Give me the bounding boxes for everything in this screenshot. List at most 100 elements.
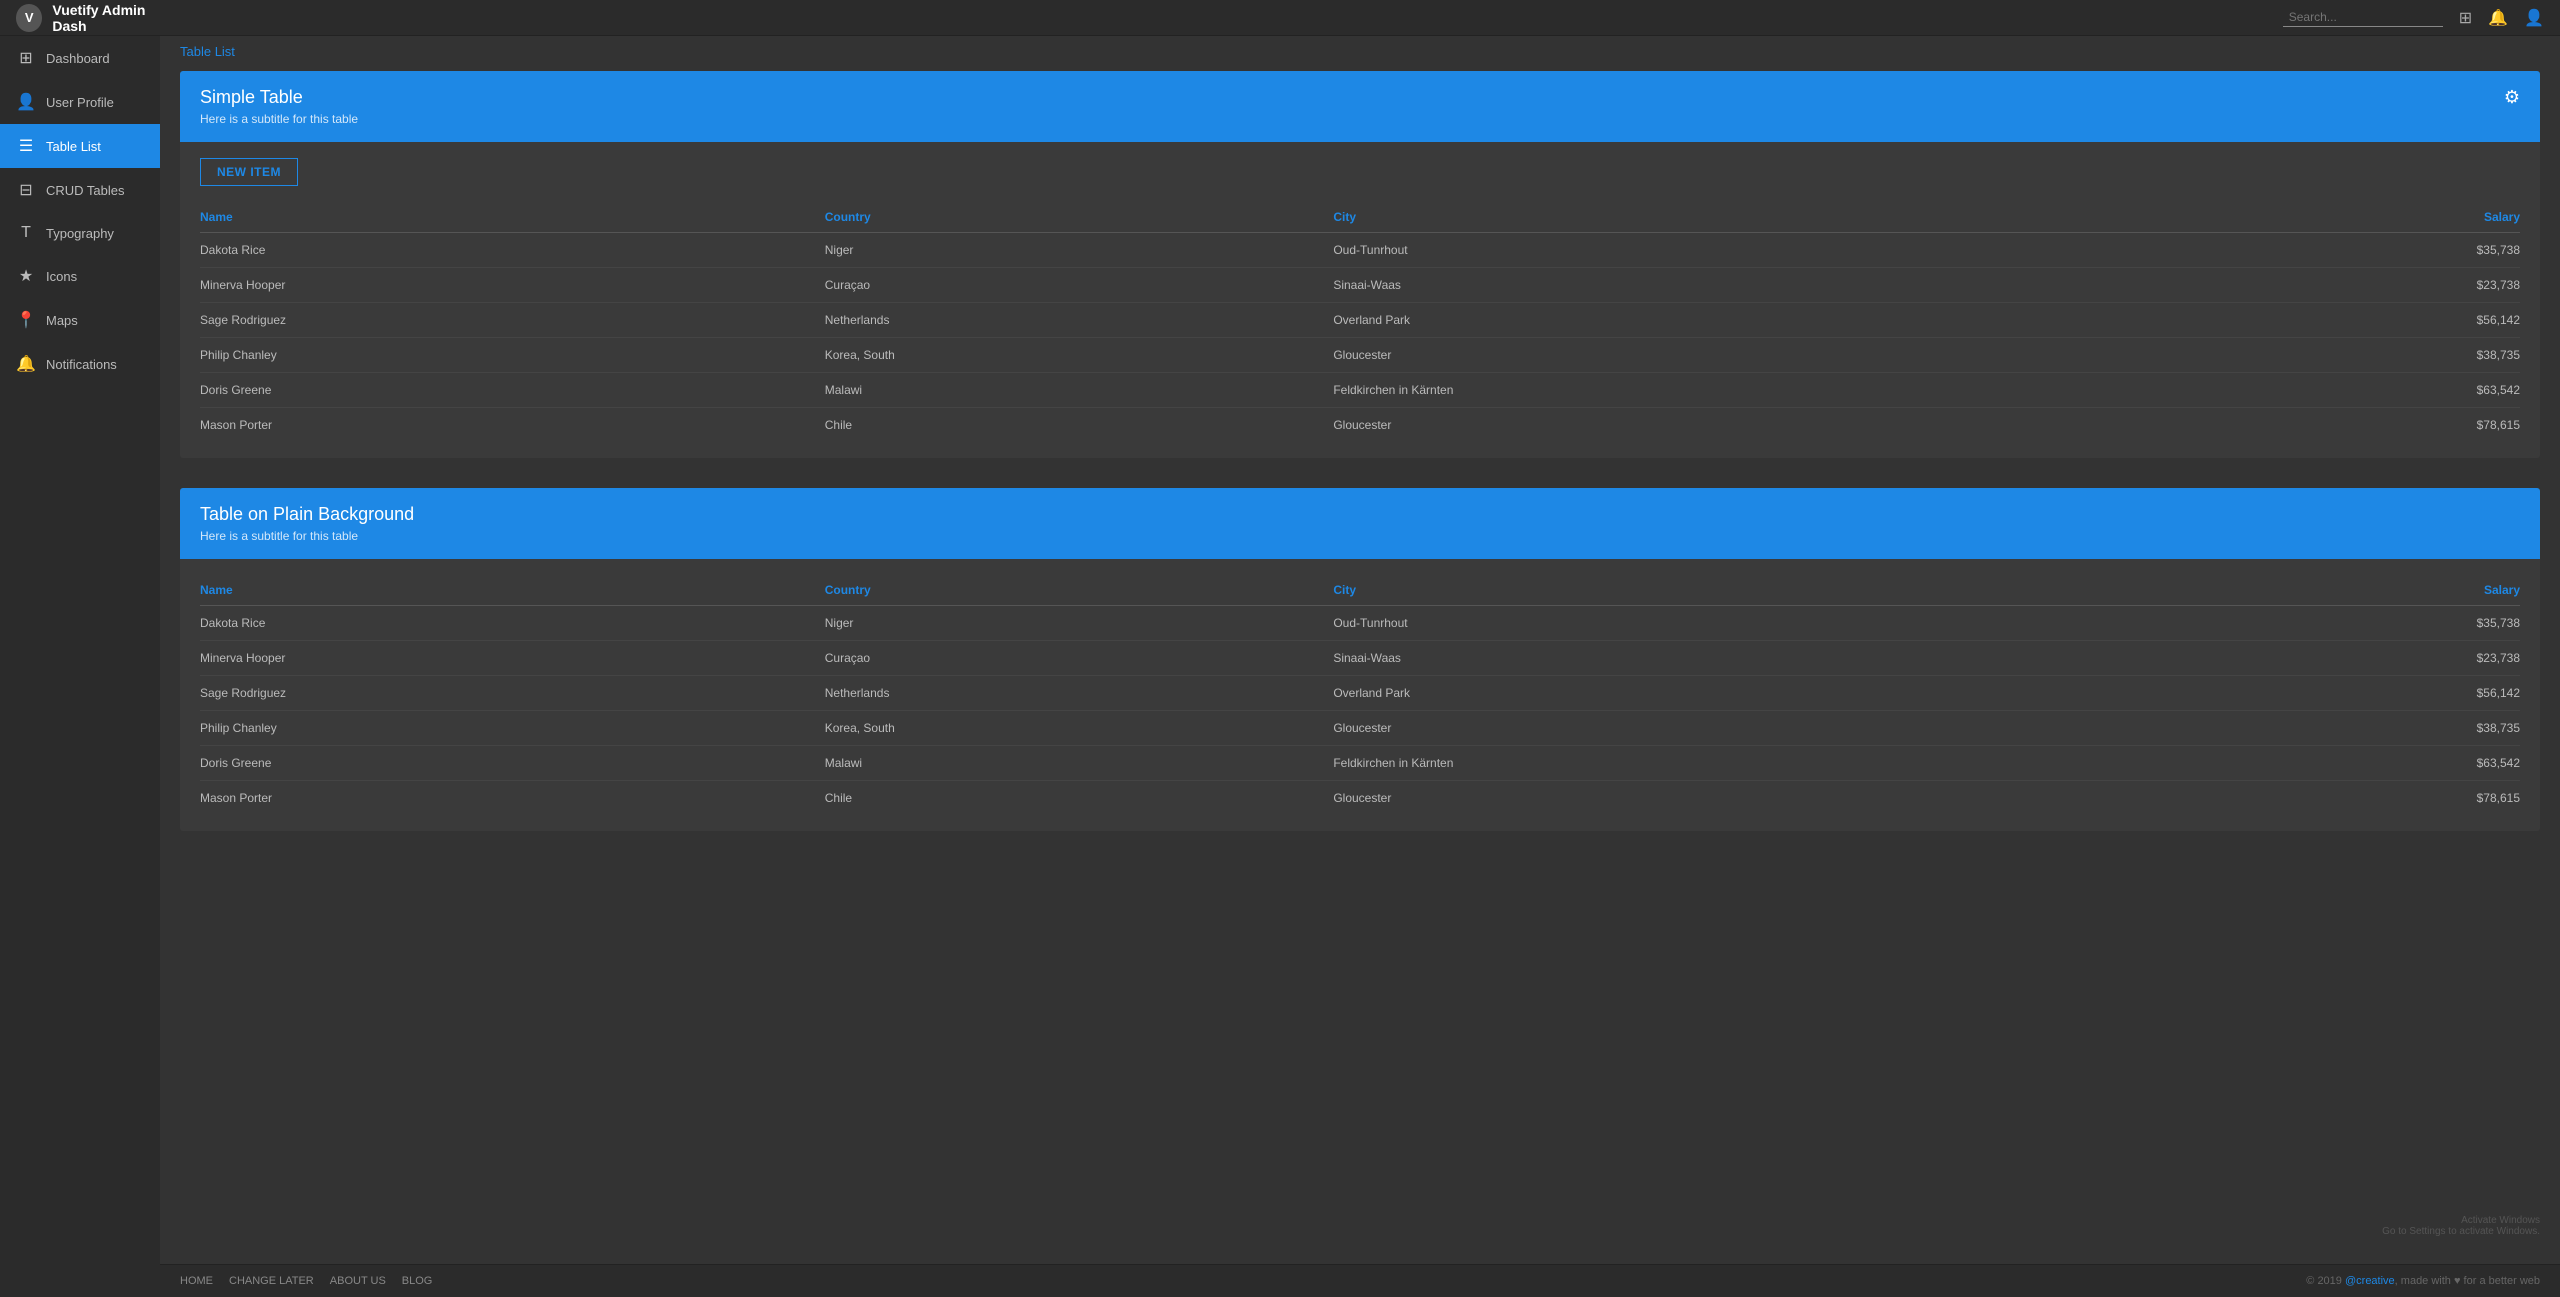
cell-name: Sage Rodriguez bbox=[200, 303, 825, 338]
cell-country: Malawi bbox=[825, 373, 1334, 408]
search-input[interactable] bbox=[2283, 8, 2443, 27]
cell-city: Gloucester bbox=[1333, 781, 2205, 816]
grid-icon[interactable]: ⊞ bbox=[2459, 8, 2472, 28]
cell-salary: $38,735 bbox=[2205, 338, 2520, 373]
sidebar-label-table-list: Table List bbox=[46, 139, 101, 154]
cell-city: Overland Park bbox=[1333, 676, 2205, 711]
footer-link[interactable]: CHANGE LATER bbox=[229, 1275, 314, 1287]
cell-name: Minerva Hooper bbox=[200, 641, 825, 676]
cell-city: Oud-Tunrhout bbox=[1333, 606, 2205, 641]
table-row: Minerva HooperCuraçaoSinaai-Waas$23,738 bbox=[200, 268, 2520, 303]
footer-link[interactable]: ABOUT US bbox=[330, 1275, 386, 1287]
cell-country: Curaçao bbox=[825, 641, 1334, 676]
footer: HOME CHANGE LATER ABOUT US BLOG © 2019 @cre… bbox=[160, 1264, 2560, 1297]
table-row: Mason PorterChileGloucester$78,615 bbox=[200, 408, 2520, 443]
col-header-country: Country bbox=[825, 202, 1334, 233]
typography-icon: T bbox=[16, 224, 36, 242]
footer-link[interactable]: HOME bbox=[180, 1275, 213, 1287]
sidebar-label-user-profile: User Profile bbox=[46, 95, 114, 110]
bell-icon[interactable]: 🔔 bbox=[2488, 8, 2508, 28]
table-row: Philip ChanleyKorea, SouthGloucester$38,… bbox=[200, 711, 2520, 746]
cell-salary: $78,615 bbox=[2205, 408, 2520, 443]
table-row: Minerva HooperCuraçaoSinaai-Waas$23,738 bbox=[200, 641, 2520, 676]
sidebar-label-crud-tables: CRUD Tables bbox=[46, 183, 125, 198]
table-row: Dakota RiceNigerOud-Tunrhout$35,738 bbox=[200, 233, 2520, 268]
cell-salary: $63,542 bbox=[2205, 746, 2520, 781]
cell-salary: $56,142 bbox=[2205, 676, 2520, 711]
new-item-button[interactable]: NEW ITEM bbox=[200, 158, 298, 186]
cell-city: Feldkirchen in Kärnten bbox=[1333, 373, 2205, 408]
cell-name: Dakota Rice bbox=[200, 233, 825, 268]
table-row: Doris GreeneMalawiFeldkirchen in Kärnten… bbox=[200, 746, 2520, 781]
cell-salary: $63,542 bbox=[2205, 373, 2520, 408]
icons-icon: ★ bbox=[16, 266, 36, 286]
content-area: Simple TableHere is a subtitle for this … bbox=[160, 59, 2560, 1264]
cell-salary: $35,738 bbox=[2205, 233, 2520, 268]
cell-country: Korea, South bbox=[825, 338, 1334, 373]
notifications-icon: 🔔 bbox=[16, 354, 36, 374]
cell-country: Chile bbox=[825, 781, 1334, 816]
cell-city: Oud-Tunrhout bbox=[1333, 233, 2205, 268]
sidebar-item-table-list[interactable]: ☰ Table List bbox=[0, 124, 160, 168]
footer-copyright: © 2019 @creative, made with ♥ for a bett… bbox=[2306, 1275, 2540, 1287]
main-content: Table List Simple TableHere is a subtitl… bbox=[160, 36, 2560, 1297]
table-row: Doris GreeneMalawiFeldkirchen in Kärnten… bbox=[200, 373, 2520, 408]
cell-city: Gloucester bbox=[1333, 711, 2205, 746]
topbar: V Vuetify Admin Dash ⊞ 🔔 👤 bbox=[0, 0, 2560, 36]
table-row: Dakota RiceNigerOud-Tunrhout$35,738 bbox=[200, 606, 2520, 641]
gear-icon[interactable]: ⚙ bbox=[2504, 87, 2520, 108]
brand-name: Vuetify Admin Dash bbox=[52, 2, 176, 34]
card-header-plain-table: Table on Plain BackgroundHere is a subti… bbox=[180, 488, 2540, 559]
cell-name: Minerva Hooper bbox=[200, 268, 825, 303]
cell-salary: $23,738 bbox=[2205, 641, 2520, 676]
col-header-name: Name bbox=[200, 575, 825, 606]
cell-city: Feldkirchen in Kärnten bbox=[1333, 746, 2205, 781]
col-header-city: City bbox=[1333, 575, 2205, 606]
sidebar-label-typography: Typography bbox=[46, 226, 114, 241]
layout: ⊞ Dashboard 👤 User Profile ☰ Table List … bbox=[0, 36, 2560, 1297]
footer-link[interactable]: BLOG bbox=[402, 1275, 433, 1287]
table-list-icon: ☰ bbox=[16, 136, 36, 156]
cell-name: Dakota Rice bbox=[200, 606, 825, 641]
cell-city: Sinaai-Waas bbox=[1333, 641, 2205, 676]
table-row: Sage RodriguezNetherlandsOverland Park$5… bbox=[200, 303, 2520, 338]
footer-links: HOME CHANGE LATER ABOUT US BLOG bbox=[180, 1275, 432, 1287]
maps-icon: 📍 bbox=[16, 310, 36, 330]
user-icon[interactable]: 👤 bbox=[2524, 8, 2544, 28]
card-title-simple-table: Simple Table bbox=[200, 87, 358, 108]
sidebar-label-notifications: Notifications bbox=[46, 357, 117, 372]
cell-name: Philip Chanley bbox=[200, 711, 825, 746]
brand: V Vuetify Admin Dash bbox=[16, 2, 176, 34]
cell-city: Overland Park bbox=[1333, 303, 2205, 338]
sidebar-item-icons[interactable]: ★ Icons bbox=[0, 254, 160, 298]
sidebar: ⊞ Dashboard 👤 User Profile ☰ Table List … bbox=[0, 36, 160, 1297]
sidebar-item-maps[interactable]: 📍 Maps bbox=[0, 298, 160, 342]
sidebar-item-notifications[interactable]: 🔔 Notifications bbox=[0, 342, 160, 386]
sidebar-item-dashboard[interactable]: ⊞ Dashboard bbox=[0, 36, 160, 80]
brand-avatar: V bbox=[16, 4, 42, 32]
cell-salary: $78,615 bbox=[2205, 781, 2520, 816]
card-simple-table: Simple TableHere is a subtitle for this … bbox=[180, 71, 2540, 458]
cell-country: Malawi bbox=[825, 746, 1334, 781]
cell-country: Niger bbox=[825, 233, 1334, 268]
cell-salary: $35,738 bbox=[2205, 606, 2520, 641]
sidebar-item-user-profile[interactable]: 👤 User Profile bbox=[0, 80, 160, 124]
breadcrumb: Table List bbox=[160, 36, 2560, 59]
cell-country: Niger bbox=[825, 606, 1334, 641]
cell-name: Doris Greene bbox=[200, 746, 825, 781]
table-row: Sage RodriguezNetherlandsOverland Park$5… bbox=[200, 676, 2520, 711]
card-header-simple-table: Simple TableHere is a subtitle for this … bbox=[180, 71, 2540, 142]
topbar-right: ⊞ 🔔 👤 bbox=[2283, 8, 2544, 28]
data-table-simple-table: NameCountryCitySalaryDakota RiceNigerOud… bbox=[200, 202, 2520, 442]
cell-country: Curaçao bbox=[825, 268, 1334, 303]
sidebar-item-typography[interactable]: T Typography bbox=[0, 212, 160, 254]
cell-country: Netherlands bbox=[825, 676, 1334, 711]
cell-name: Philip Chanley bbox=[200, 338, 825, 373]
sidebar-item-crud-tables[interactable]: ⊟ CRUD Tables bbox=[0, 168, 160, 212]
col-header-country: Country bbox=[825, 575, 1334, 606]
col-header-salary: Salary bbox=[2205, 575, 2520, 606]
cell-city: Sinaai-Waas bbox=[1333, 268, 2205, 303]
cell-name: Sage Rodriguez bbox=[200, 676, 825, 711]
col-header-name: Name bbox=[200, 202, 825, 233]
crud-tables-icon: ⊟ bbox=[16, 180, 36, 200]
